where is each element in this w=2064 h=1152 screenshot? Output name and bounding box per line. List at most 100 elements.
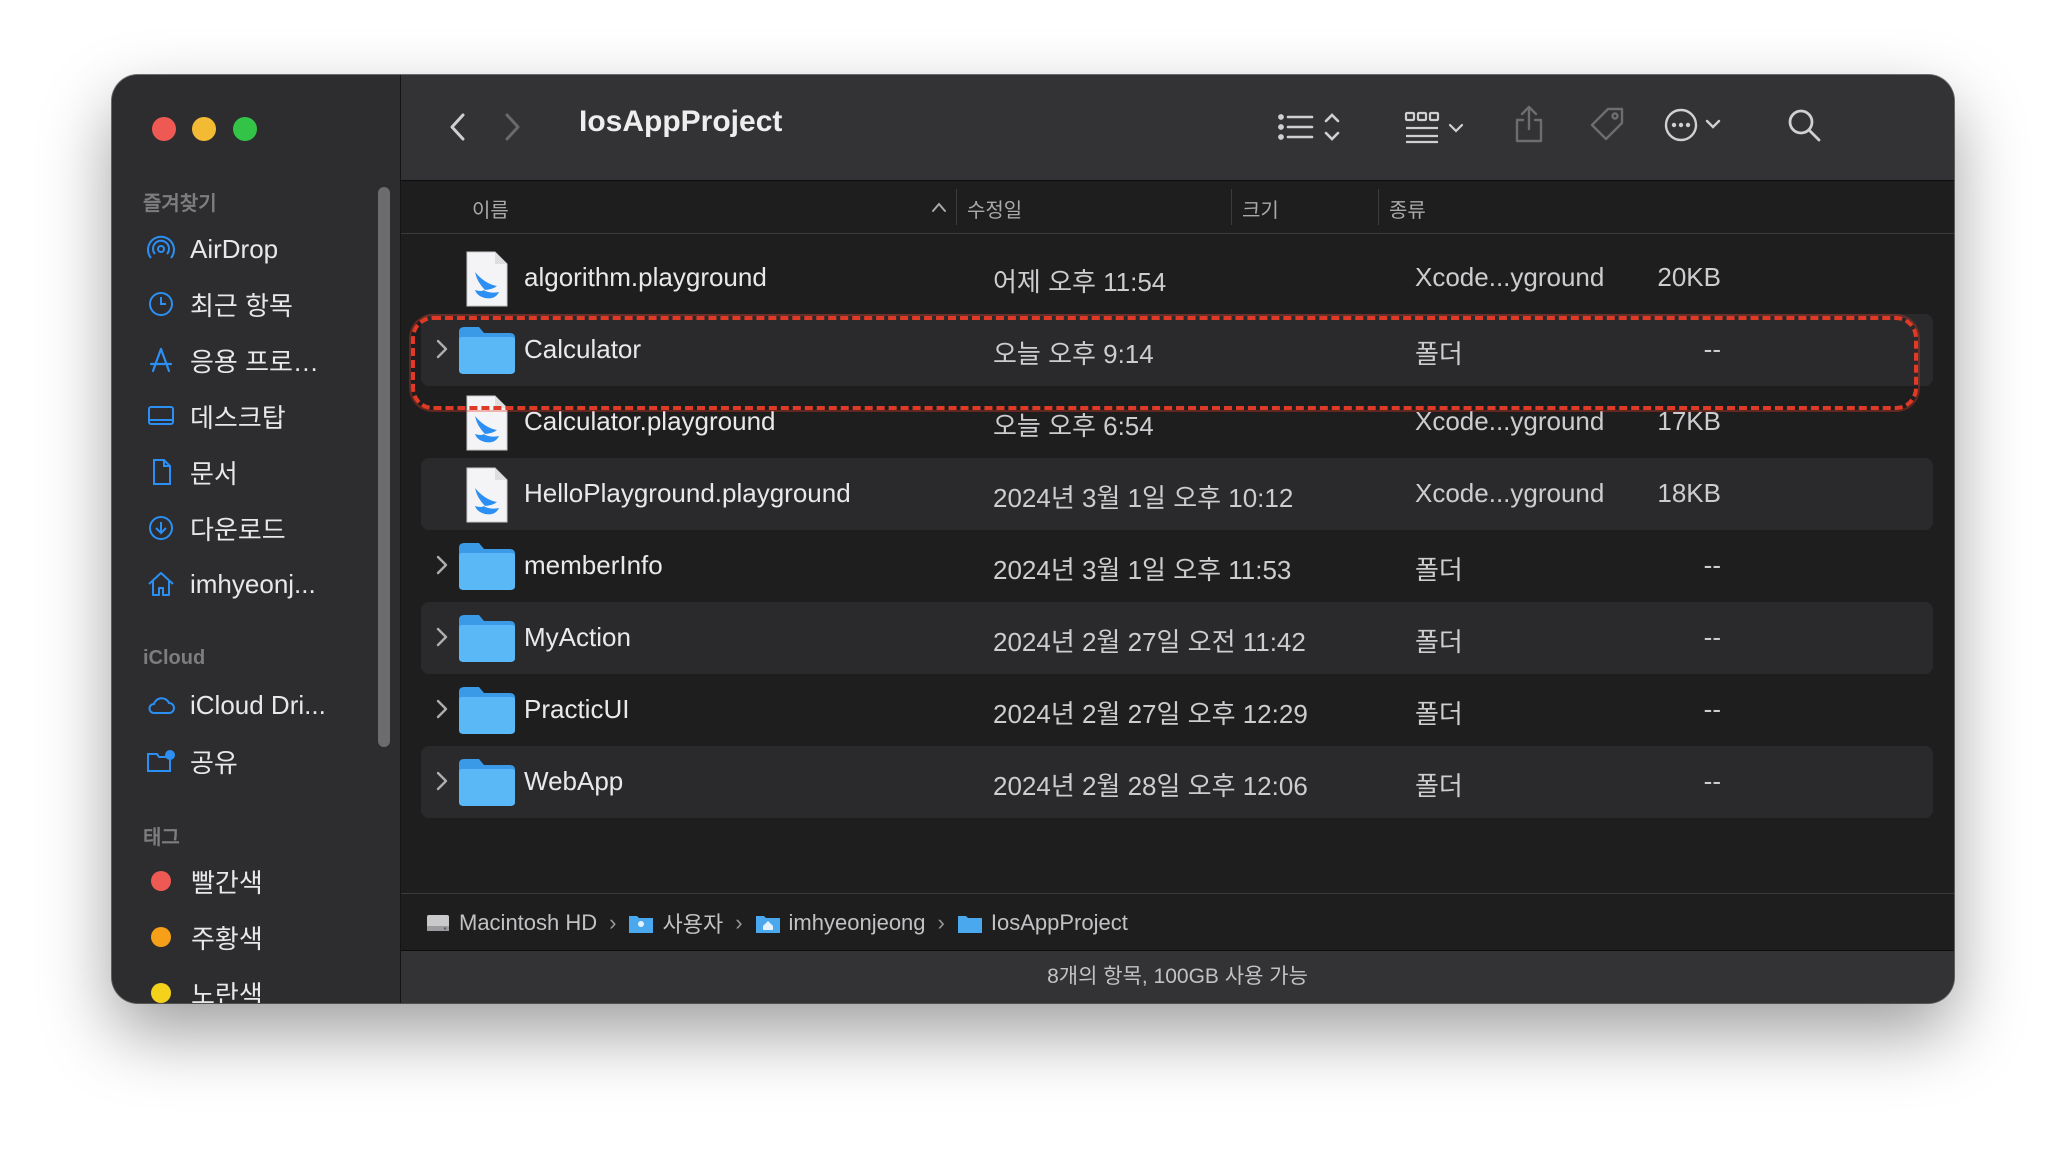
- cloud-icon: [148, 697, 175, 714]
- file-kind: Xcode...yground: [1415, 478, 1605, 508]
- sidebar-scrollbar[interactable]: [378, 187, 390, 747]
- path-separator-icon: ›: [937, 910, 945, 935]
- minimize-window-button[interactable]: [192, 117, 216, 141]
- sidebar-item-label: 응용 프로…: [190, 346, 319, 377]
- playground-file-icon: [466, 395, 508, 451]
- sidebar-item-applications[interactable]: 응용 프로…: [146, 338, 366, 382]
- group-icon[interactable]: [1404, 108, 1468, 148]
- status-bar: 8개의 항목, 100GB 사용 가능: [401, 950, 1954, 1003]
- file-modified: 2024년 2월 28일 오후 12:06: [993, 771, 1308, 801]
- playground-file-icon: [466, 251, 508, 307]
- sidebar-item-label: 공유: [190, 747, 238, 778]
- tag-icon[interactable]: [1588, 105, 1628, 145]
- close-window-button[interactable]: [152, 117, 176, 141]
- disclosure-chevron-icon[interactable]: [433, 768, 451, 794]
- file-modified: 2024년 3월 1일 오후 10:12: [993, 483, 1294, 513]
- path-crumb[interactable]: 사용자: [628, 907, 723, 939]
- file-size: 20KB: [1657, 262, 1721, 292]
- file-kind: 폴더: [1415, 771, 1463, 801]
- users-folder-icon: [629, 916, 654, 933]
- file-row[interactable]: WebApp 2024년 2월 28일 오후 12:06 -- 폴더: [421, 746, 1933, 818]
- sidebar-item-label: 주황색: [191, 923, 263, 954]
- sidebar-tag-yellow[interactable]: 노란색: [146, 971, 366, 1003]
- file-row[interactable]: Calculator.playground 오늘 오후 6:54 17KB Xcode…: [421, 386, 1933, 458]
- file-row[interactable]: Calculator 오늘 오후 9:14 -- 폴더: [421, 314, 1933, 386]
- zoom-window-button[interactable]: [233, 117, 257, 141]
- folder-icon: [459, 759, 515, 806]
- sort-ascending-icon: [932, 202, 946, 212]
- file-modified: 어제 오후 11:54: [993, 267, 1167, 297]
- sidebar-section-favorites: 즐겨찾기: [143, 193, 217, 215]
- file-kind: Xcode...yground: [1415, 262, 1605, 292]
- clock-icon: [149, 292, 173, 316]
- sidebar-item-shared[interactable]: 공유: [146, 739, 366, 783]
- sidebar-item-airdrop[interactable]: AirDrop: [146, 227, 366, 271]
- file-row[interactable]: algorithm.playground 어제 오후 11:54 20KB Xcode…: [421, 242, 1933, 314]
- tag-color-dot: [151, 983, 171, 1003]
- sidebar-item-downloads[interactable]: 다운로드: [146, 506, 366, 550]
- file-kind: 폴더: [1415, 555, 1463, 585]
- sidebar-item-icloud-drive[interactable]: iCloud Dri...: [146, 683, 366, 727]
- path-crumb-label: IosAppProject: [990, 910, 1128, 935]
- file-name: WebApp: [524, 766, 624, 796]
- disclosure-chevron-icon[interactable]: [433, 552, 451, 578]
- list-view-icon[interactable]: [1276, 108, 1346, 148]
- file-modified: 2024년 3월 1일 오후 11:53: [993, 555, 1292, 585]
- search-icon[interactable]: [1784, 105, 1824, 145]
- disclosure-chevron-icon[interactable]: [433, 696, 451, 722]
- sidebar-item-documents[interactable]: 문서: [146, 450, 366, 494]
- sidebar-item-home[interactable]: imhyeonj...: [146, 562, 366, 606]
- folder-icon: [459, 327, 515, 374]
- file-modified: 오늘 오후 6:54: [993, 411, 1154, 441]
- file-row[interactable]: PracticUI 2024년 2월 27일 오후 12:29 -- 폴더: [421, 674, 1933, 746]
- file-name: algorithm.playground: [524, 262, 767, 292]
- document-icon: [153, 459, 171, 485]
- file-row[interactable]: MyAction 2024년 2월 27일 오전 11:42 -- 폴더: [421, 602, 1933, 674]
- folder-icon: [957, 916, 982, 933]
- forward-icon[interactable]: [499, 109, 525, 145]
- desktop-icon: [148, 406, 174, 425]
- sidebar-tag-red[interactable]: 빨간색: [146, 859, 366, 903]
- folder-icon: [459, 687, 515, 734]
- sidebar-item-label: 데스크탑: [190, 402, 286, 433]
- path-crumb[interactable]: Macintosh HD: [425, 910, 597, 936]
- download-icon: [149, 516, 173, 540]
- path-crumb-label: Macintosh HD: [459, 910, 598, 935]
- column-kind-header[interactable]: 종류: [1389, 194, 1426, 223]
- folder-icon: [459, 615, 515, 662]
- path-bar: Macintosh HD › 사용자 › imhyeonjeong › IosAppProj…: [401, 893, 1954, 952]
- path-crumb-label: 사용자: [662, 912, 724, 937]
- file-size: --: [1703, 694, 1721, 724]
- file-modified: 오늘 오후 9:14: [993, 339, 1154, 369]
- file-name: memberInfo: [524, 550, 663, 580]
- sidebar-section-icloud: iCloud: [143, 647, 206, 669]
- disclosure-chevron-icon[interactable]: [433, 624, 451, 650]
- sidebar-item-recents[interactable]: 최근 항목: [146, 282, 366, 326]
- more-actions-icon[interactable]: [1663, 105, 1727, 145]
- applications-icon: [149, 347, 173, 373]
- file-name: PracticUI: [524, 694, 630, 724]
- disclosure-chevron-icon[interactable]: [433, 336, 451, 362]
- file-name: Calculator.playground: [524, 406, 776, 436]
- column-size-header[interactable]: 크기: [1242, 194, 1279, 223]
- back-icon[interactable]: [445, 109, 471, 145]
- column-divider[interactable]: [1231, 189, 1232, 225]
- column-name-header[interactable]: 이름: [472, 194, 509, 223]
- playground-file-icon: [466, 467, 508, 523]
- column-modified-header[interactable]: 수정일: [967, 194, 1022, 223]
- sidebar-item-desktop[interactable]: 데스크탑: [146, 394, 366, 438]
- path-crumb[interactable]: IosAppProject: [957, 910, 1128, 936]
- folder-icon: [459, 543, 515, 590]
- main-content: IosAppProject 이름 수정일 크기 종류 algorithm.pla…: [401, 75, 1954, 1003]
- file-row[interactable]: memberInfo 2024년 3월 1일 오후 11:53 -- 폴더: [421, 530, 1933, 602]
- sidebar-tag-orange[interactable]: 주황색: [146, 915, 366, 959]
- column-divider[interactable]: [956, 189, 957, 225]
- path-crumb[interactable]: imhyeonjeong: [755, 910, 926, 936]
- path-crumb-label: imhyeonjeong: [788, 910, 926, 935]
- sidebar-item-label: 노란색: [191, 979, 263, 1004]
- file-row[interactable]: HelloPlayground.playground 2024년 3월 1일 오후…: [421, 458, 1933, 530]
- toolbar: IosAppProject: [401, 75, 1954, 181]
- column-divider[interactable]: [1378, 189, 1379, 225]
- share-icon[interactable]: [1511, 103, 1547, 145]
- home-folder-icon: [755, 916, 780, 933]
